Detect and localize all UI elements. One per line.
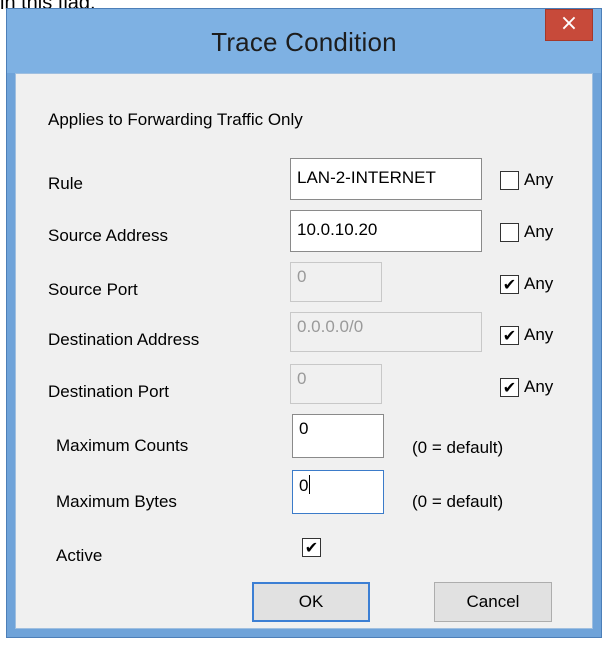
checkmark-icon: ✔ [304, 538, 319, 557]
destination-address-label: Destination Address [48, 330, 200, 349]
source-address-label: Source Address [48, 226, 169, 245]
source-address-any-label: Any [524, 222, 554, 241]
trace-condition-dialog: Trace Condition × Applies to Forwarding … [6, 8, 602, 638]
maximum-counts-input[interactable]: 0 [292, 414, 384, 458]
maximum-counts-hint: (0 = default) [412, 438, 504, 457]
maximum-counts-label: Maximum Counts [56, 436, 189, 455]
rule-label: Rule [48, 174, 83, 193]
destination-address-any-checkbox[interactable]: ✔ [500, 326, 519, 345]
maximum-bytes-input[interactable]: 0 [292, 470, 384, 514]
forwarding-note: Applies to Forwarding Traffic Only [48, 110, 303, 129]
source-address-input[interactable]: 10.0.10.20 [290, 210, 482, 252]
ok-button[interactable]: OK [252, 582, 370, 622]
dialog-title: Trace Condition [211, 27, 397, 57]
source-port-any-label: Any [524, 274, 554, 293]
maximum-bytes-label: Maximum Bytes [56, 492, 177, 511]
rule-any-label: Any [524, 170, 554, 189]
title-bar[interactable]: Trace Condition × [7, 9, 601, 73]
text-caret [309, 475, 311, 494]
maximum-bytes-value: 0 [299, 476, 309, 495]
destination-port-any-label: Any [524, 377, 554, 396]
source-port-any-checkbox[interactable]: ✔ [500, 275, 519, 294]
maximum-bytes-hint: (0 = default) [412, 492, 504, 511]
destination-port-input[interactable]: 0 [290, 364, 382, 404]
close-button[interactable]: × [545, 9, 593, 41]
rule-input[interactable]: LAN-2-INTERNET [290, 158, 482, 200]
destination-address-input[interactable]: 0.0.0.0/0 [290, 312, 482, 352]
source-address-any-checkbox[interactable] [500, 223, 519, 242]
close-icon: × [559, 11, 579, 36]
source-port-input[interactable]: 0 [290, 262, 382, 302]
destination-port-any-checkbox[interactable]: ✔ [500, 378, 519, 397]
checkmark-icon: ✔ [502, 275, 517, 294]
active-checkbox[interactable]: ✔ [302, 538, 321, 557]
destination-address-any-label: Any [524, 325, 554, 344]
rule-any-checkbox[interactable] [500, 171, 519, 190]
dialog-body: Applies to Forwarding Traffic Only Rule … [15, 73, 593, 629]
checkmark-icon: ✔ [502, 378, 517, 397]
source-port-label: Source Port [48, 280, 138, 299]
destination-port-label: Destination Port [48, 382, 169, 401]
cancel-button[interactable]: Cancel [434, 582, 552, 622]
checkmark-icon: ✔ [502, 326, 517, 345]
active-label: Active [56, 546, 103, 565]
